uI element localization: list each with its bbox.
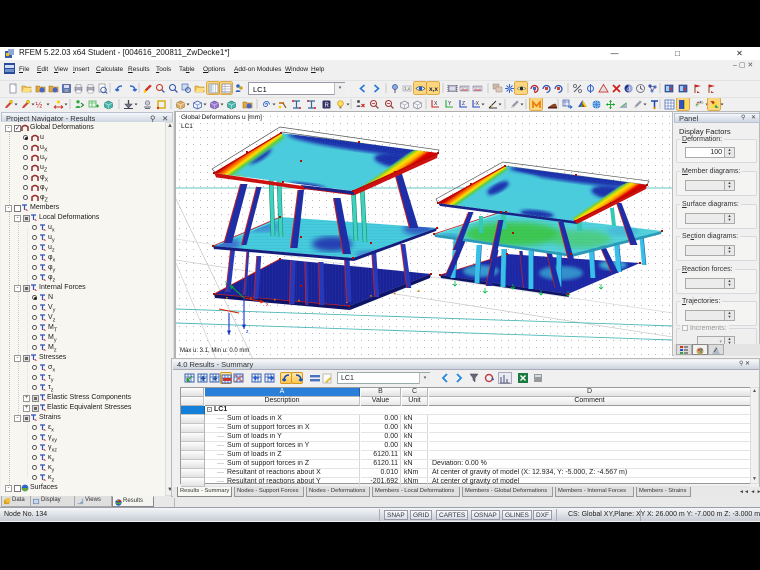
svg-text:X: X — [434, 101, 438, 107]
svg-text:Z: Z — [462, 101, 465, 107]
svg-text:σ: σ — [627, 87, 631, 93]
svg-text:½: ½ — [36, 101, 43, 110]
svg-text:Y: Y — [448, 101, 452, 107]
svg-text:1,x: 1,x — [404, 86, 411, 91]
svg-text:-X: -X — [474, 101, 480, 107]
svg-text:R: R — [325, 103, 330, 109]
svg-text:x,x: x,x — [429, 86, 438, 93]
